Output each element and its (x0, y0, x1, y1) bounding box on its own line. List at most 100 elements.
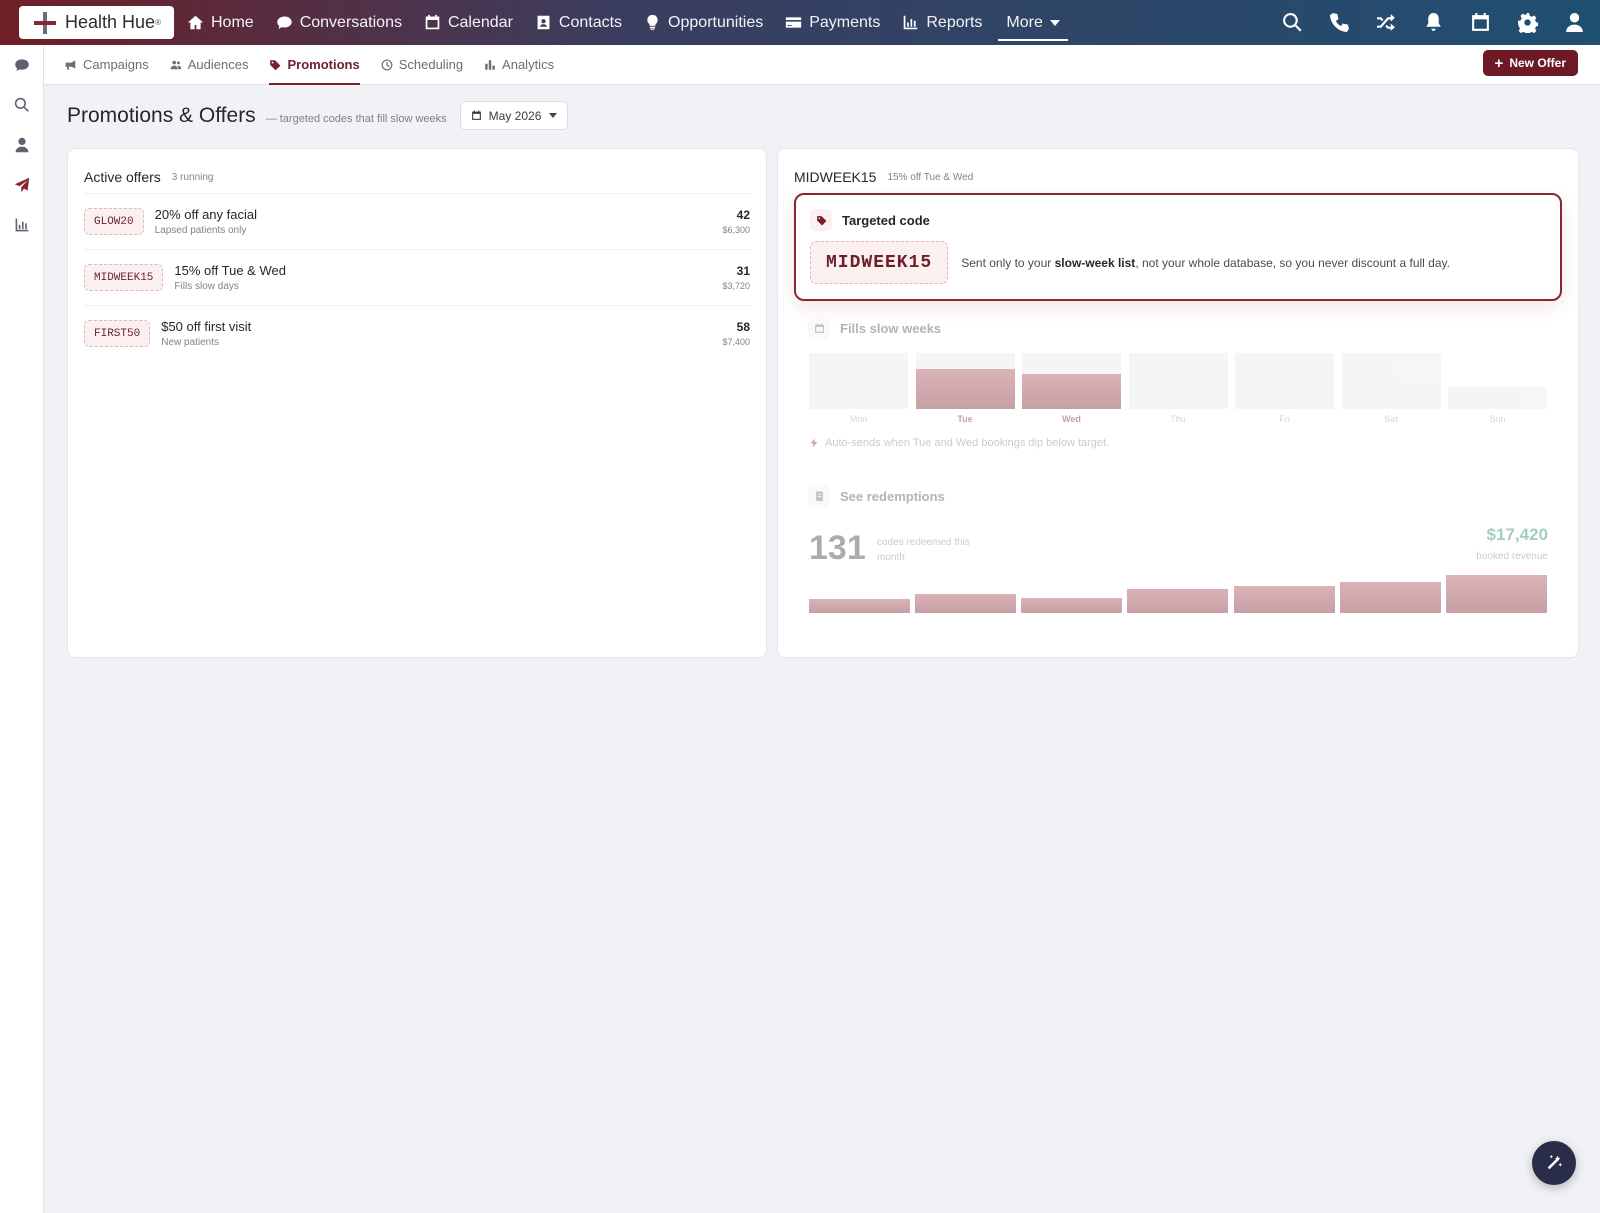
offer-text: 20% off any facial Lapsed patients only (155, 207, 257, 236)
fills-slow-weeks-panel[interactable]: Fills slow weeks Mon Tue Wed Thu Fri Sat Sun A… (794, 317, 1562, 467)
nav-opportunities[interactable]: Opportunities (644, 0, 763, 45)
brand-logo[interactable]: Health Hue ® (19, 6, 174, 39)
shuffle-button[interactable] (1375, 12, 1397, 34)
offer-redemption-count: 31 (736, 264, 750, 278)
settings-button[interactable] (1516, 12, 1538, 34)
redemptions-title: See redemptions (840, 488, 945, 504)
new-offer-label: New Offer (1509, 56, 1566, 70)
nav-calendar[interactable]: Calendar (424, 0, 513, 45)
auto-send-text: Auto-sends when Tue and Wed bookings dip… (825, 437, 1110, 449)
notifications-button[interactable] (1422, 12, 1444, 34)
targeted-code-badge: MIDWEEK15 (810, 241, 949, 284)
offer-text: 15% off Tue & Wed Fills slow days (174, 263, 286, 292)
receipt-icon (808, 485, 830, 507)
top-navigation-bar: Health Hue ® Home Conversations Calendar … (0, 0, 1600, 45)
sidebar-conversations[interactable] (0, 45, 44, 85)
ai-assistant-button[interactable] (1532, 1141, 1576, 1185)
offer-row-first50[interactable]: FIRST50 $50 off first visit New patients… (84, 305, 750, 361)
chat-icon (276, 16, 292, 29)
weekday-bar-tue (915, 353, 1015, 409)
targeted-code-header: Targeted code (810, 209, 1560, 231)
nav-home-label: Home (211, 13, 254, 31)
redemption-bar-1 (809, 599, 910, 613)
booked-revenue-label: booked revenue (1476, 551, 1548, 562)
logo-cross-icon (33, 11, 57, 35)
calendar-icon (471, 110, 481, 120)
offer-detail-header: MIDWEEK15 15% off Tue & Wed (778, 149, 1578, 189)
chevron-down-icon (1049, 19, 1060, 26)
booked-revenue: $17,420 (1486, 525, 1548, 544)
offer-description: Fills slow days (174, 281, 239, 292)
month-selector[interactable]: May 2026 (459, 101, 569, 130)
offer-revenue: $7,400 (722, 337, 750, 347)
weekday-label-thu: Thu (1170, 414, 1186, 424)
nav-more[interactable]: More (998, 0, 1069, 45)
tab-campaigns[interactable]: Campaigns (65, 45, 149, 85)
tab-analytics[interactable]: Analytics (484, 45, 554, 85)
sidebar-contacts[interactable] (0, 125, 44, 165)
offer-stats: 58 $7,400 (722, 320, 750, 347)
redemptions-panel[interactable]: See redemptions 131 codes redeemed this … (794, 485, 1562, 625)
weekday-bar-fill (915, 368, 1015, 409)
weekday-label-sat: Sat (1384, 414, 1398, 424)
offer-revenue: $6,300 (722, 225, 750, 235)
offer-stats: 31 $3,720 (722, 264, 750, 291)
weekday-label-mon: Mon (849, 414, 868, 424)
offer-code-badge: FIRST50 (84, 320, 151, 347)
active-offers-count: 3 running (171, 171, 214, 183)
targeted-code-panel[interactable]: Targeted code MIDWEEK15 Sent only to you… (794, 193, 1562, 301)
plus-icon: + (1494, 54, 1504, 72)
phone-button[interactable] (1328, 12, 1350, 34)
sidebar-reports[interactable] (0, 205, 44, 245)
bar-chart-icon (15, 218, 29, 232)
calendar-icon (425, 14, 440, 30)
chat-icon (15, 59, 29, 71)
calendar-button[interactable] (1469, 12, 1491, 34)
offer-row-midweek15[interactable]: MIDWEEK15 15% off Tue & Wed Fills slow d… (84, 249, 750, 305)
users-icon (170, 60, 182, 69)
offer-redemption-count: 42 (736, 208, 750, 222)
offer-code-badge: GLOW20 (84, 208, 144, 235)
sidebar-marketing[interactable] (0, 165, 44, 205)
tab-scheduling[interactable]: Scheduling (381, 45, 463, 85)
nav-payments[interactable]: Payments (785, 0, 880, 45)
nav-contacts-label: Contacts (558, 13, 623, 31)
nav-home[interactable]: Home (187, 0, 254, 45)
page-header: Promotions & Offers — targeted codes tha… (67, 101, 569, 130)
calendar-icon (1471, 13, 1489, 31)
sidebar-search[interactable] (0, 85, 44, 125)
search-icon (1282, 13, 1302, 32)
shuffle-icon (1376, 14, 1395, 31)
home-icon (187, 15, 204, 30)
nav-contacts[interactable]: Contacts (535, 0, 622, 45)
targeted-code-title: Targeted code (842, 212, 930, 228)
search-icon (14, 97, 29, 112)
weekday-bar-fill (1022, 373, 1121, 409)
tab-promotions[interactable]: Promotions (269, 45, 360, 85)
bar-chart-icon (904, 15, 918, 30)
detail-code-description: 15% off Tue & Wed (887, 171, 974, 183)
offer-detail-card: MIDWEEK15 15% off Tue & Wed Targeted cod… (777, 148, 1579, 658)
search-button[interactable] (1281, 12, 1303, 34)
explanation-bold: slow-week list (1054, 255, 1136, 270)
active-offers-title: Active offers (84, 169, 161, 185)
profile-button[interactable] (1563, 12, 1585, 34)
tab-audiences[interactable]: Audiences (170, 45, 248, 85)
bell-icon (1425, 13, 1441, 31)
nav-conversations[interactable]: Conversations (276, 0, 402, 45)
page-subtitle: — targeted codes that fill slow weeks (265, 112, 447, 125)
bar-chart-icon (485, 59, 495, 70)
brand-name: Health Hue (65, 12, 156, 32)
explanation-end: , not your whole database, so you never … (1135, 255, 1450, 270)
magic-wand-icon (1547, 1154, 1563, 1170)
marketing-subnav: Campaigns Audiences Promotions Schedulin… (44, 45, 1600, 85)
active-offers-header: Active offers 3 running (68, 149, 766, 189)
new-offer-button[interactable]: + New Offer (1482, 50, 1578, 76)
offer-list: GLOW20 20% off any facial Lapsed patient… (84, 193, 750, 361)
nav-reports[interactable]: Reports (902, 0, 982, 45)
redemption-bar-3 (1021, 598, 1123, 613)
gear-icon (1517, 13, 1538, 33)
tab-promotions-label: Promotions (287, 57, 360, 72)
clock-icon (381, 59, 393, 70)
offer-row-glow20[interactable]: GLOW20 20% off any facial Lapsed patient… (84, 193, 750, 249)
